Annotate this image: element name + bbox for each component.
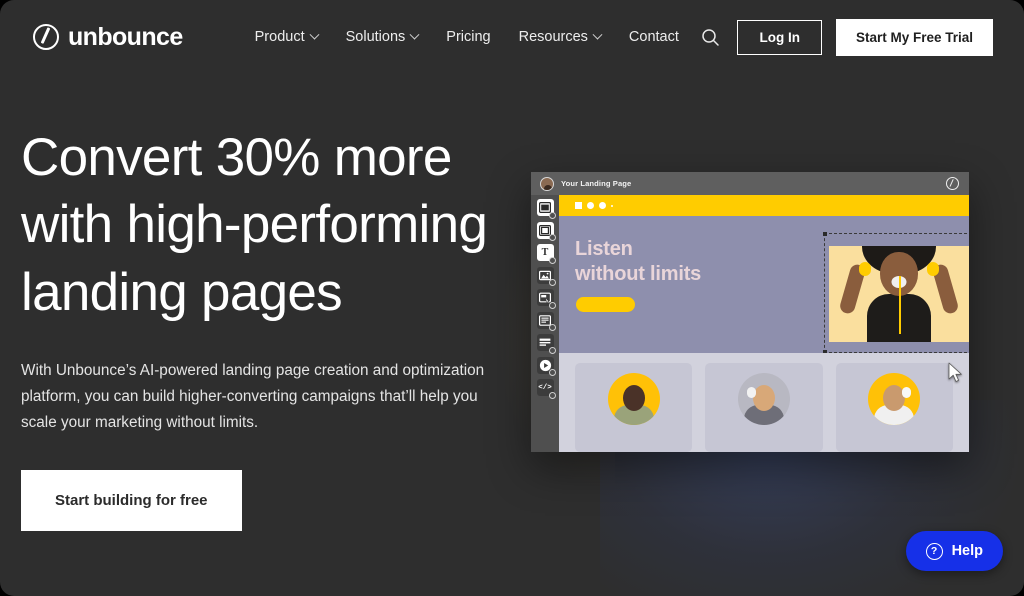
- builder-toolbar: T </>: [531, 195, 559, 452]
- headline-line-2: with high-performing: [21, 195, 488, 255]
- chevron-down-icon: [309, 29, 320, 40]
- log-in-button[interactable]: Log In: [737, 19, 822, 55]
- code-brackets-icon[interactable]: </>: [536, 379, 556, 399]
- form-icon[interactable]: [536, 311, 556, 331]
- list-item[interactable]: [575, 363, 693, 452]
- question-circle-icon: ?: [925, 542, 943, 560]
- mock-site-header: [559, 195, 969, 216]
- mock-hero-title-line-1: Listen: [575, 238, 633, 260]
- play-circle-icon[interactable]: [536, 356, 556, 376]
- list-item[interactable]: [705, 363, 823, 452]
- brand-logo-text: unbounce: [68, 22, 183, 51]
- start-free-trial-button[interactable]: Start My Free Trial: [835, 18, 993, 56]
- nav-item-solutions[interactable]: Solutions: [332, 23, 433, 51]
- headline-line-1: Convert 30% more: [21, 128, 452, 187]
- nav-item-solutions-label: Solutions: [345, 29, 406, 45]
- headphone-cup-left: [746, 387, 756, 398]
- mock-hero-section: Listen without limits: [559, 216, 969, 353]
- headline-line-3: landing pages: [21, 262, 343, 322]
- avatar: [607, 373, 660, 425]
- builder-titlebar: Your Landing Page: [531, 172, 969, 195]
- text-tool-glyph: T: [541, 247, 549, 258]
- mock-hero-image: [829, 246, 969, 342]
- unbounce-circle-slash-icon: [946, 177, 959, 190]
- nav-dot-two: [599, 202, 606, 209]
- list-item[interactable]: [835, 363, 953, 452]
- builder-canvas: Listen without limits: [559, 195, 969, 452]
- avatar: [868, 373, 921, 425]
- hero-subcopy: With Unbounce’s AI-powered landing page …: [21, 361, 485, 432]
- resize-handle-top-left[interactable]: [823, 232, 827, 236]
- builder-page-title: Your Landing Page: [561, 179, 632, 188]
- person-head: [622, 385, 645, 411]
- avatar: [737, 373, 790, 425]
- nav-actions: Log In Start My Free Trial: [697, 18, 993, 56]
- search-icon[interactable]: [697, 24, 723, 50]
- headphone-cup-right: [927, 262, 939, 276]
- nav-item-contact[interactable]: Contact: [615, 23, 693, 51]
- nav-item-product[interactable]: Product: [241, 23, 332, 51]
- nav-links: Product Solutions Pricing Resources Cont…: [241, 23, 693, 51]
- nav-dot-three: [611, 204, 613, 207]
- page-root: unbounce Product Solutions Pricing Resou…: [0, 0, 1024, 596]
- mock-hero-cta-button[interactable]: [576, 297, 635, 312]
- button-click-icon[interactable]: [536, 289, 556, 309]
- nav-item-contact-label: Contact: [628, 29, 679, 45]
- section-icon[interactable]: [536, 199, 556, 219]
- nav-item-product-label: Product: [254, 29, 305, 45]
- headphone-cup-right: [902, 387, 912, 398]
- question-glyph: ?: [930, 544, 938, 557]
- text-t-icon[interactable]: T: [536, 244, 556, 264]
- mock-cards-row: [559, 353, 969, 452]
- page-title: Convert 30% more with high-performing la…: [21, 124, 511, 326]
- builder-body: T </> Listen without limits: [531, 195, 969, 452]
- nav-item-resources[interactable]: Resources: [505, 23, 615, 51]
- chevron-down-icon: [409, 29, 420, 40]
- help-button[interactable]: ? Help: [905, 531, 1003, 571]
- builder-mockup: Your Landing Page T </> Listen without l…: [531, 172, 969, 452]
- nav-item-pricing[interactable]: Pricing: [432, 23, 504, 51]
- start-building-for-free-button[interactable]: Start building for free: [21, 469, 242, 531]
- chevron-down-icon: [592, 29, 603, 40]
- hero-content: Convert 30% more with high-performing la…: [21, 124, 511, 531]
- image-mountain-icon[interactable]: [536, 266, 556, 286]
- headphone-cup-left: [859, 262, 871, 276]
- help-button-label: Help: [951, 543, 983, 559]
- mock-hero-title-line-2: without limits: [575, 262, 702, 285]
- unbounce-circle-slash-icon: [33, 24, 59, 50]
- selected-image-element[interactable]: [823, 232, 969, 353]
- main-navigation: unbounce Product Solutions Pricing Resou…: [0, 0, 1024, 74]
- list-icon[interactable]: [536, 334, 556, 354]
- nav-item-resources-label: Resources: [518, 29, 588, 45]
- person-head: [752, 385, 775, 411]
- nav-item-pricing-label: Pricing: [446, 29, 491, 45]
- resize-handle-bottom-left[interactable]: [823, 350, 827, 353]
- headphone-cord: [899, 276, 901, 334]
- avatar: [540, 176, 554, 191]
- logo-placeholder-icon: [575, 202, 582, 209]
- brand-logo[interactable]: unbounce: [33, 23, 183, 52]
- mock-hero-title: Listen without limits: [575, 237, 701, 286]
- box-icon[interactable]: [536, 221, 556, 241]
- nav-dot-one: [587, 202, 594, 209]
- code-tool-glyph: </>: [538, 383, 552, 392]
